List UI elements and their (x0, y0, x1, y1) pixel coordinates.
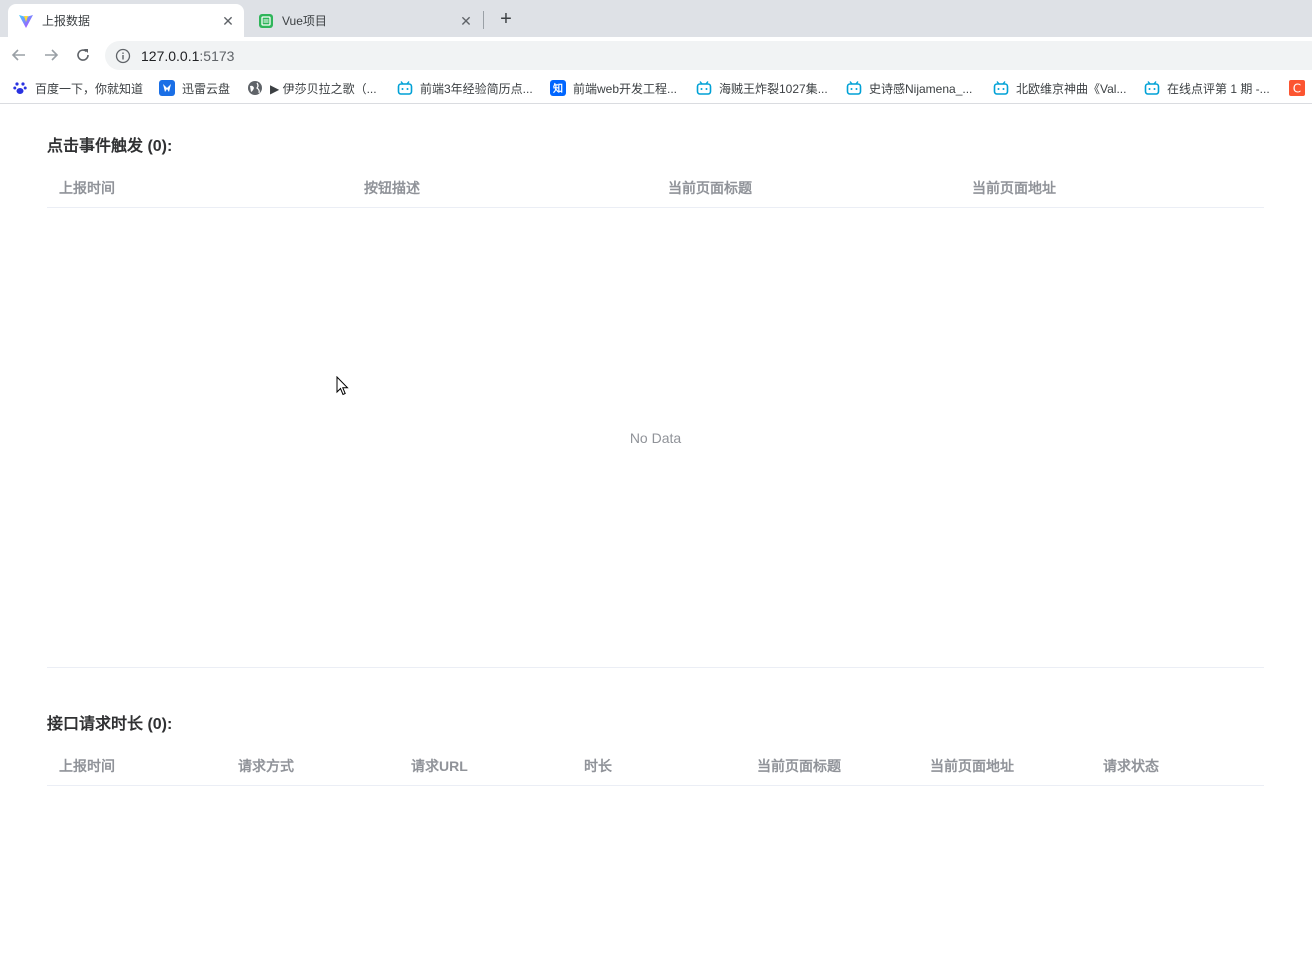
doc-icon (258, 13, 274, 29)
bookmark-item[interactable]: 百度一下，你就知道 (12, 79, 143, 97)
column-header: 当前页面地址 (972, 180, 1056, 196)
close-icon[interactable]: ✕ (220, 13, 236, 29)
column-header: 当前页面标题 (668, 180, 752, 196)
bookmark-item[interactable]: 前端3年经验简历点... (397, 79, 533, 97)
tab-vue-project[interactable]: Vue项目 ✕ (248, 4, 482, 37)
table-header: 上报时间 按钮描述 当前页面标题 当前页面地址 (47, 166, 1264, 208)
bookmark-label: 海贼王炸裂1027集... (719, 81, 828, 96)
column-header: 请求方式 (238, 758, 294, 774)
xunlei-icon (159, 80, 175, 96)
tab-separator (483, 11, 484, 29)
request-section-title: 接口请求时长 (0): (47, 716, 173, 733)
bookmark-label: 迅雷云盘 (182, 81, 231, 96)
bookmark-item[interactable]: C (1289, 79, 1312, 97)
c-icon: C (1289, 80, 1305, 96)
column-header: 上报时间 (59, 180, 115, 196)
baidu-paw-icon (12, 80, 28, 96)
click-section-title: 点击事件触发 (0): (47, 138, 173, 155)
bookmark-item[interactable]: 迅雷云盘 (159, 79, 230, 97)
tab-title: 上报数据 (42, 14, 91, 28)
tab-report-data[interactable]: 上报数据 ✕ (8, 4, 244, 37)
close-icon[interactable]: ✕ (458, 13, 474, 29)
tab-title: Vue项目 (282, 14, 327, 28)
browser-tab-strip: 上报数据 ✕ Vue项目 ✕ + (0, 0, 1312, 37)
bookmark-item[interactable]: 海贼王炸裂1027集... (696, 79, 828, 97)
bookmark-label: 史诗感Nijamena_... (869, 81, 973, 96)
bookmark-label: 前端3年经验简历点... (420, 81, 533, 96)
table-body-empty: No Data (47, 208, 1264, 668)
reload-icon (77, 49, 89, 61)
arrow-left-icon (11, 49, 25, 61)
bookmark-label: 在线点评第 1 期 -... (1167, 81, 1270, 96)
svg-text:知: 知 (552, 82, 563, 95)
empty-text: No Data (629, 430, 682, 446)
info-icon[interactable] (115, 48, 131, 64)
bilibili-icon (993, 80, 1009, 96)
vite-icon (18, 13, 34, 29)
column-header: 当前页面地址 (930, 758, 1014, 774)
bilibili-icon (846, 80, 862, 96)
new-tab-button[interactable]: + (496, 9, 516, 29)
forward-button[interactable] (40, 44, 62, 66)
zhihu-icon: 知 (550, 80, 566, 96)
globe-icon (247, 80, 263, 96)
bookmark-label: 前端web开发工程... (573, 81, 678, 96)
bilibili-icon (1144, 80, 1160, 96)
bookmarks-bar: 百度一下，你就知道 迅雷云盘 ▶ 伊莎贝拉之歌（... 前端3年经验简历点...… (0, 73, 1312, 104)
bookmark-label: 北欧维京神曲《Val... (1016, 81, 1127, 96)
svg-text:C: C (1293, 82, 1301, 96)
column-header: 请求URL (411, 758, 468, 774)
request-duration-table: 上报时间 请求方式 请求URL 时长 当前页面标题 当前页面地址 请求状态 (47, 744, 1264, 786)
back-button[interactable] (8, 44, 30, 66)
page-content: 点击事件触发 (0): 上报时间 按钮描述 当前页面标题 当前页面地址 No D… (0, 105, 1312, 971)
url-text: 127.0.0.1:5173 (141, 48, 234, 64)
bookmark-label: 百度一下，你就知道 (35, 81, 144, 96)
arrow-right-icon (45, 49, 59, 61)
column-header: 上报时间 (59, 758, 115, 774)
bilibili-icon (397, 80, 413, 96)
bookmark-item[interactable]: 在线点评第 1 期 -... (1144, 79, 1270, 97)
column-header: 时长 (584, 758, 612, 774)
url-host: 127.0.0.1 (141, 47, 200, 64)
address-bar[interactable]: 127.0.0.1:5173 (105, 41, 1312, 70)
bookmark-item[interactable]: 史诗感Nijamena_... (846, 79, 972, 97)
browser-toolbar: 127.0.0.1:5173 (0, 37, 1312, 73)
click-events-table: 上报时间 按钮描述 当前页面标题 当前页面地址 No Data (47, 166, 1264, 668)
bookmark-item[interactable]: ▶ 伊莎贝拉之歌（... (247, 79, 377, 97)
mouse-cursor-icon (336, 375, 350, 401)
column-header: 按钮描述 (364, 180, 420, 196)
column-header: 请求状态 (1103, 758, 1159, 774)
bookmark-label: ▶ 伊莎贝拉之歌（... (270, 81, 377, 96)
table-header: 上报时间 请求方式 请求URL 时长 当前页面标题 当前页面地址 请求状态 (47, 744, 1264, 786)
reload-button[interactable] (72, 44, 94, 66)
url-port: :5173 (199, 47, 235, 64)
bookmark-item[interactable]: 知 前端web开发工程... (550, 79, 677, 97)
column-header: 当前页面标题 (757, 758, 841, 774)
bookmark-item[interactable]: 北欧维京神曲《Val... (993, 79, 1126, 97)
bilibili-icon (696, 80, 712, 96)
